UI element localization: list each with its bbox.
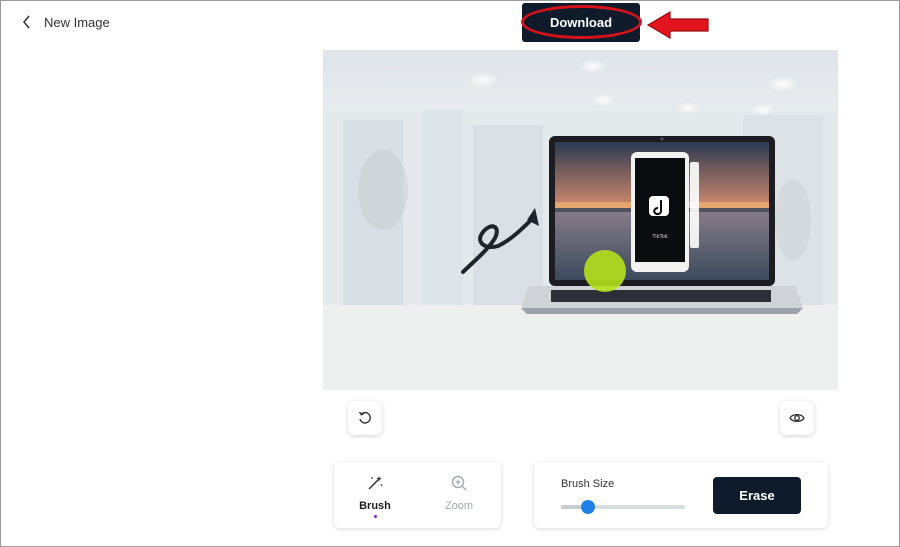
brush-size-panel: Brush Size Erase bbox=[534, 462, 828, 528]
brush-size-label: Brush Size bbox=[561, 478, 615, 490]
back-button[interactable]: New Image bbox=[22, 12, 110, 32]
tools-panel: Brush Zoom bbox=[334, 462, 501, 528]
download-button[interactable]: Download bbox=[522, 3, 640, 42]
annotation-arrow-icon bbox=[646, 10, 709, 40]
preview-button[interactable] bbox=[780, 401, 814, 435]
brush-label: Brush bbox=[359, 500, 391, 512]
active-indicator bbox=[373, 515, 377, 518]
rotate-ccw-icon bbox=[358, 411, 371, 424]
image-canvas[interactable]: TikTok bbox=[323, 50, 838, 390]
eye-icon bbox=[789, 413, 805, 423]
chevron-left-icon bbox=[23, 15, 30, 29]
magic-brush-icon bbox=[368, 476, 383, 490]
brush-tool-button[interactable]: Brush bbox=[340, 472, 410, 524]
zoom-label: Zoom bbox=[444, 500, 474, 512]
reset-button[interactable] bbox=[348, 401, 382, 435]
zoom-tool-button[interactable]: Zoom bbox=[424, 472, 494, 524]
brush-size-slider[interactable] bbox=[561, 500, 685, 514]
zoom-in-icon bbox=[451, 475, 467, 491]
back-label: New Image bbox=[44, 14, 110, 30]
erase-button[interactable]: Erase bbox=[713, 477, 801, 514]
svg-text:TikTok: TikTok bbox=[651, 234, 667, 240]
canvas-image: TikTok bbox=[323, 59, 838, 390]
slider-thumb[interactable] bbox=[581, 500, 596, 514]
